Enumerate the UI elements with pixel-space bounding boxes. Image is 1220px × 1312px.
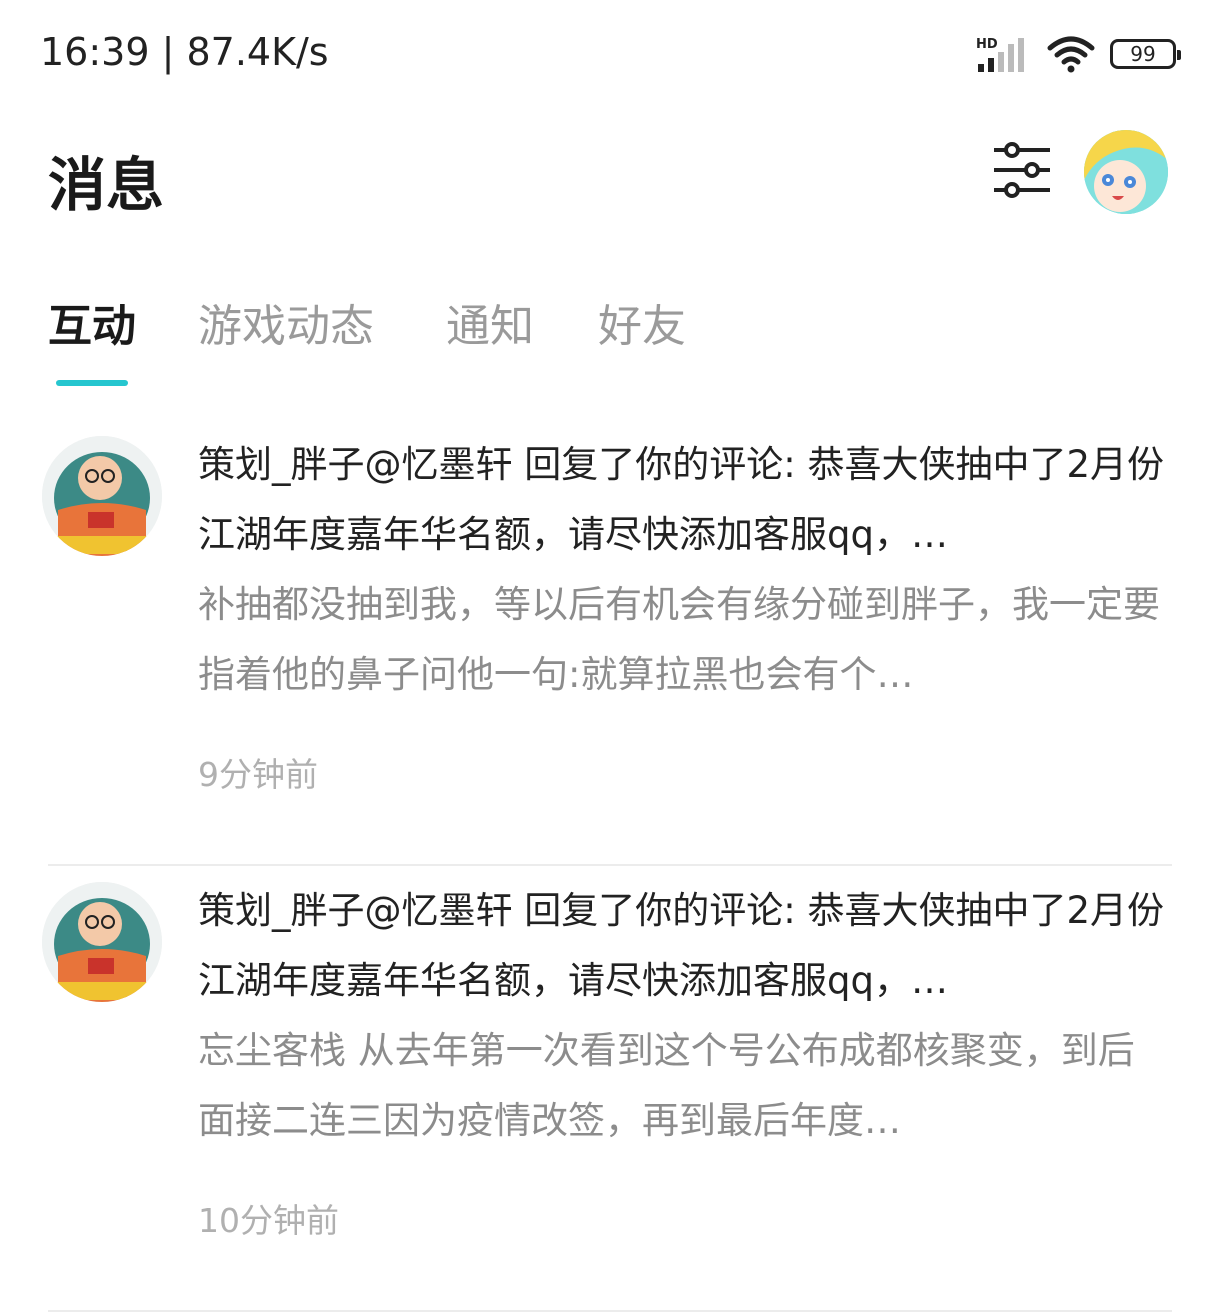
character-avatar-icon: [42, 436, 162, 556]
message-title: 策划_胖子@忆墨轩 回复了你的评论: 恭喜大侠抽中了2月份江湖年度嘉年华名额，请…: [198, 443, 1165, 556]
status-icons: HD 99: [976, 34, 1181, 74]
battery-indicator: 99: [1110, 39, 1181, 69]
wifi-icon: [1047, 36, 1095, 73]
tab-bar: 互动 游戏动态 通知 好友: [0, 280, 1220, 400]
profile-avatar[interactable]: [1084, 130, 1168, 214]
cellular-signal-icon: HD: [976, 37, 1024, 72]
message-content: 补抽都没抽到我，等以后有机会有缘分碰到胖子，我一定要指着他的鼻子问他一句:就算拉…: [198, 583, 1160, 696]
active-tab-indicator: [56, 380, 128, 386]
sliders-icon: [994, 142, 1050, 198]
tab-interaction[interactable]: 互动: [48, 290, 136, 354]
message-title: 策划_胖子@忆墨轩 回复了你的评论: 恭喜大侠抽中了2月份江湖年度嘉年华名额，请…: [198, 889, 1165, 1002]
tab-notifications[interactable]: 通知: [446, 290, 534, 354]
message-body: 策划_胖子@忆墨轩 回复了你的评论: 恭喜大侠抽中了2月份江湖年度嘉年华名额，请…: [198, 876, 1168, 1242]
page-title: 消息: [48, 151, 165, 219]
message-time: 10分钟前: [198, 1201, 339, 1240]
message-content: 忘尘客栈 从去年第一次看到这个号公布成都核聚变，到后面接二连三因为疫情改签，再到…: [198, 1029, 1135, 1142]
status-time-speed: 16:39 | 87.4K/s: [40, 30, 329, 74]
header: 消息: [0, 110, 1220, 240]
tab-friends[interactable]: 好友: [598, 290, 686, 354]
list-item[interactable]: 策划_胖子@忆墨轩 回复了你的评论: 恭喜大侠抽中了2月份江湖年度嘉年华名额，请…: [0, 420, 1220, 866]
tab-game-news[interactable]: 游戏动态: [198, 290, 374, 354]
anime-avatar-icon: [1084, 130, 1168, 214]
avatar[interactable]: [42, 436, 162, 556]
character-avatar-icon: [42, 882, 162, 1002]
filter-button[interactable]: [990, 138, 1054, 202]
message-time: 9分钟前: [198, 755, 318, 794]
status-bar: 16:39 | 87.4K/s HD 99: [0, 0, 1220, 110]
avatar[interactable]: [42, 882, 162, 1002]
svg-text:HD: HD: [976, 37, 998, 52]
list-item[interactable]: 策划_胖子@忆墨轩 回复了你的评论: 恭喜大侠抽中了2月份江湖年度嘉年华名额，请…: [0, 866, 1220, 1312]
message-body: 策划_胖子@忆墨轩 回复了你的评论: 恭喜大侠抽中了2月份江湖年度嘉年华名额，请…: [198, 430, 1168, 796]
battery-level: 99: [1130, 42, 1156, 66]
message-list: 策划_胖子@忆墨轩 回复了你的评论: 恭喜大侠抽中了2月份江湖年度嘉年华名额，请…: [0, 420, 1220, 1312]
